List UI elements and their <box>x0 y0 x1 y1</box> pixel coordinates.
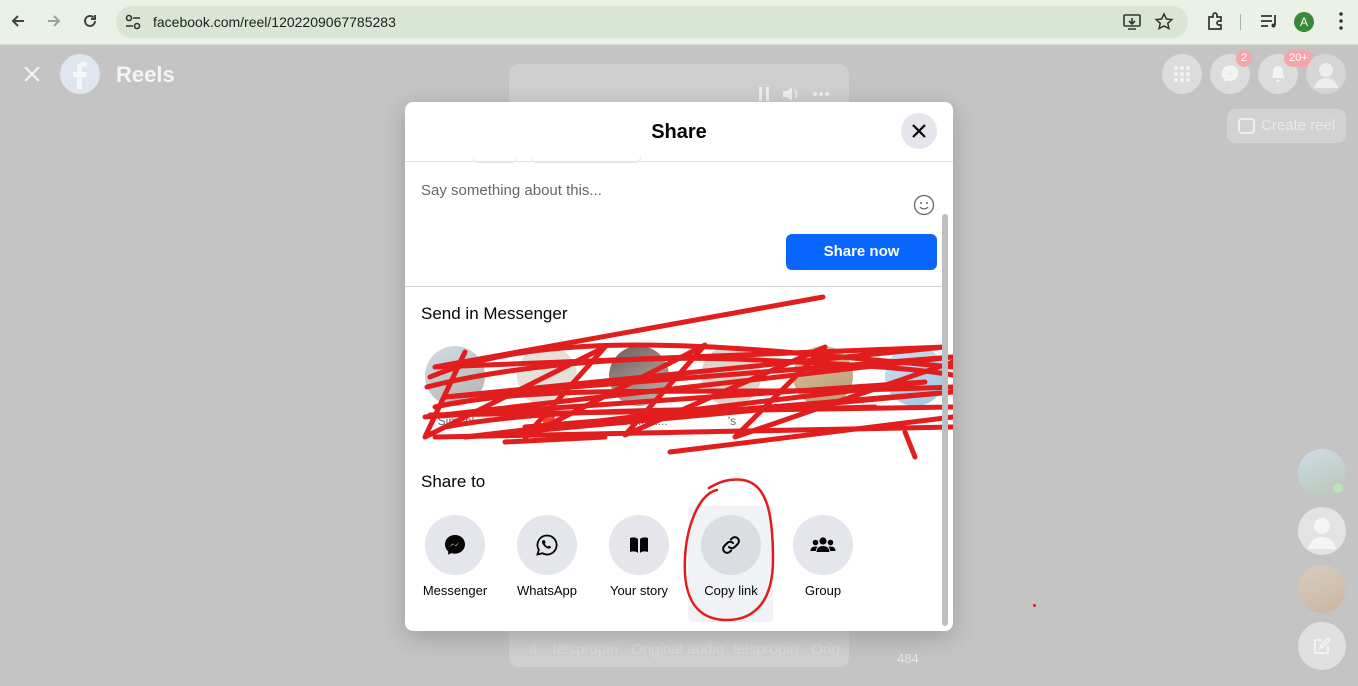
bookmark-star-icon[interactable] <box>1154 12 1174 32</box>
messenger-badge: 2 <box>1236 50 1253 67</box>
share-now-button[interactable]: Share now <box>786 234 937 270</box>
messenger-contact[interactable] <box>885 346 947 414</box>
side-story-avatar-2[interactable] <box>1298 507 1346 555</box>
audio-label-scroll: letspropin · Orig <box>733 641 840 658</box>
create-reel-button[interactable]: Create reel <box>1227 109 1346 143</box>
back-icon[interactable] <box>6 9 30 33</box>
more-menu-icon[interactable] <box>1330 10 1352 32</box>
contact-name: Simonl <box>437 414 475 428</box>
volume-icon <box>783 87 798 101</box>
compose-icon <box>1314 636 1332 654</box>
page-title: Reels <box>116 62 175 87</box>
messenger-icon <box>445 535 465 555</box>
share-your-story-option[interactable]: Your story <box>597 515 681 598</box>
grid-icon <box>1174 66 1190 82</box>
group-icon <box>810 537 836 552</box>
side-story-avatar-3[interactable] <box>1298 565 1346 613</box>
contact-name: 's <box>727 414 737 428</box>
share-dialog-title: Share <box>651 121 707 143</box>
share-group-option[interactable]: Group <box>781 515 865 598</box>
messenger-icon <box>1221 65 1239 82</box>
share-option-label: Copy link <box>704 583 758 598</box>
audio-label[interactable]: letspropin · Original audio <box>553 641 724 658</box>
profile-avatar[interactable]: A <box>1294 12 1314 32</box>
forward-icon[interactable] <box>42 9 66 33</box>
copy-link-circle <box>701 515 761 575</box>
share-option-label: WhatsApp <box>517 583 577 598</box>
address-bar[interactable]: facebook.com/reel/1202209067785283 <box>116 6 1188 38</box>
contact-name: ❤️ <box>540 414 556 428</box>
contact-avatar <box>701 346 761 406</box>
create-reel-label: Create reel <box>1261 117 1336 134</box>
bell-icon <box>1271 66 1285 82</box>
emoji-icon[interactable] <box>913 194 935 216</box>
reaction-count: 484 <box>897 651 919 666</box>
contact-name: Melokuh... <box>612 414 668 428</box>
reel-audio-bar: ıl letspropin · Original audio letspropi… <box>509 632 849 666</box>
share-messenger-circle <box>425 515 485 575</box>
share-whatsapp-option[interactable]: WhatsApp <box>505 515 589 598</box>
section-divider <box>405 286 945 287</box>
share-group-circle <box>793 515 853 575</box>
more-options-icon <box>813 92 829 96</box>
messenger-contact[interactable]: Melokuh... <box>609 346 671 428</box>
share-story-circle <box>609 515 669 575</box>
account-avatar[interactable] <box>1306 54 1346 94</box>
contact-avatar <box>885 346 945 406</box>
share-messenger-option[interactable]: Messenger <box>413 515 497 598</box>
contact-avatar <box>793 346 853 406</box>
video-controls <box>759 87 829 101</box>
dialog-scrollbar-thumb[interactable] <box>942 214 948 626</box>
share-option-label: Your story <box>609 583 669 598</box>
share-dialog-header: Share <box>405 102 953 163</box>
menu-grid-button[interactable] <box>1162 54 1202 94</box>
close-reels-icon[interactable] <box>22 64 42 84</box>
share-option-label: Group <box>804 583 842 598</box>
share-message-input[interactable]: Say something about this... <box>421 182 602 199</box>
messenger-contact[interactable]: Simonl <box>425 346 487 428</box>
ghost-chip <box>531 157 641 163</box>
ghost-chip <box>473 157 517 163</box>
link-icon <box>722 536 740 554</box>
messenger-contact[interactable]: 's <box>701 346 763 428</box>
site-settings-icon[interactable] <box>124 13 142 31</box>
toolbar-separator <box>1240 14 1241 30</box>
user-silhouette-icon <box>1314 63 1338 88</box>
share-to-title: Share to <box>421 472 486 491</box>
whatsapp-icon <box>536 534 558 556</box>
messenger-section-title: Send in Messenger <box>421 304 568 323</box>
annotation-dot <box>1033 604 1036 607</box>
install-app-icon[interactable] <box>1122 12 1142 32</box>
camera-icon <box>1238 118 1255 134</box>
online-status-dot <box>1331 481 1345 495</box>
share-dialog: Share Say something about this... Share … <box>405 102 953 631</box>
share-option-label: Messenger <box>422 583 488 598</box>
story-book-icon <box>630 537 648 553</box>
reload-icon[interactable] <box>78 9 102 33</box>
contact-avatar <box>517 346 577 406</box>
pause-icon <box>759 87 769 101</box>
media-control-icon[interactable] <box>1258 10 1280 32</box>
browser-toolbar: facebook.com/reel/1202209067785283 A <box>0 0 1358 45</box>
contact-avatar <box>609 346 669 406</box>
contact-avatar <box>425 346 485 406</box>
copy-link-option[interactable]: Copy link <box>689 515 773 598</box>
close-dialog-button[interactable] <box>901 113 937 149</box>
new-message-button[interactable] <box>1298 622 1346 670</box>
extensions-icon[interactable] <box>1204 10 1226 32</box>
audio-wave-icon: ıl <box>529 641 537 658</box>
share-whatsapp-circle <box>517 515 577 575</box>
messenger-contact[interactable]: ❤️ <box>517 346 579 428</box>
facebook-logo[interactable] <box>60 54 100 94</box>
url-text[interactable]: facebook.com/reel/1202209067785283 <box>153 14 396 30</box>
close-icon <box>912 124 926 138</box>
user-silhouette-icon <box>1308 518 1336 549</box>
messenger-contact[interactable] <box>793 346 855 414</box>
